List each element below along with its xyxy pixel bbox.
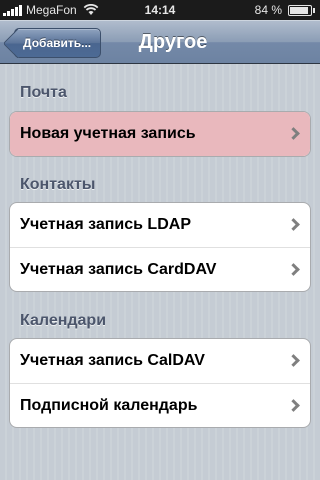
list-item-caldav[interactable]: Учетная запись CalDAV: [10, 339, 310, 383]
chevron-right-icon: [287, 127, 300, 140]
chevron-right-icon: [287, 218, 300, 231]
list-item-subscribed-calendar[interactable]: Подписной календарь: [10, 383, 310, 427]
list-item-label: Учетная запись CalDAV: [20, 352, 205, 369]
list-item-label: Учетная запись CardDAV: [20, 260, 217, 278]
group-contacts: Учетная запись LDAP Учетная запись CardD…: [9, 202, 311, 292]
list-item-label: Подписной календарь: [20, 396, 198, 414]
list-item-label: Новая учетная запись: [20, 125, 196, 142]
chevron-right-icon: [287, 399, 300, 412]
page-title: Другое: [138, 31, 208, 53]
battery-icon: [288, 5, 315, 16]
chevron-right-icon: [287, 263, 300, 276]
section-header-mail: Почта: [20, 84, 67, 101]
battery-fill: [290, 7, 309, 14]
list-item-label: Учетная запись LDAP: [20, 216, 191, 233]
navigation-bar: Добавить... Другое: [0, 20, 320, 64]
status-bar: MegaFon 14:14 84 %: [0, 0, 320, 20]
chevron-right-icon: [287, 354, 300, 367]
group-calendars: Учетная запись CalDAV Подписной календар…: [9, 338, 311, 428]
battery-percent: 84 %: [254, 3, 282, 17]
list-item-new-account[interactable]: Новая учетная запись: [10, 112, 310, 156]
list-item-ldap[interactable]: Учетная запись LDAP: [10, 203, 310, 247]
section-header-calendars: Календари: [20, 312, 107, 329]
section-header-contacts: Контакты: [20, 176, 96, 193]
list-item-carddav[interactable]: Учетная запись CardDAV: [10, 247, 310, 291]
group-mail: Новая учетная запись: [9, 111, 311, 157]
